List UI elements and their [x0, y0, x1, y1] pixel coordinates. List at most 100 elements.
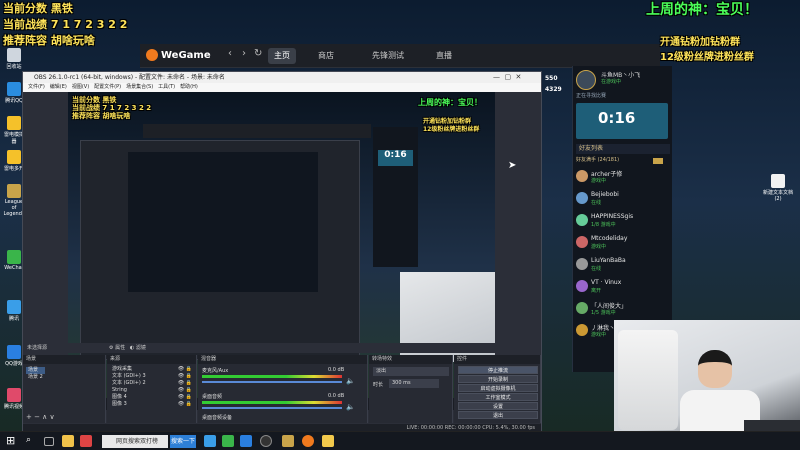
friend-name: LiuYanBaBa: [591, 257, 626, 264]
obs-menu-item[interactable]: 配置文件(P): [94, 84, 121, 90]
file-explorer-icon[interactable]: [62, 435, 74, 447]
obs-menu-item[interactable]: 视图(V): [72, 84, 89, 90]
visibility-icon[interactable]: 👁 🔒: [178, 387, 192, 394]
friend-status: 1/5 游戏中: [591, 310, 616, 316]
mic-mute-icon[interactable]: 🔈: [346, 377, 355, 385]
control-button[interactable]: 启动虚拟摄像机: [458, 384, 538, 392]
source-item[interactable]: 游戏采集 👁 🔒: [110, 366, 194, 373]
streamer-head: [698, 350, 732, 388]
forward-icon[interactable]: ›: [242, 48, 246, 59]
transitions-header: 转场特效: [369, 355, 452, 364]
overlay-rank: 当前分数 黑铁: [3, 2, 73, 15]
control-button[interactable]: 工作室模式: [458, 393, 538, 401]
refresh-icon[interactable]: ↻: [254, 48, 262, 59]
taskbar-search-input[interactable]: 网页搜索双打榜: [102, 435, 168, 448]
friend-avatar: [576, 302, 588, 314]
scene-list[interactable]: 场景 场景 2: [26, 367, 45, 381]
tab-pioneer[interactable]: 先锋测试: [372, 48, 404, 64]
queue-timer[interactable]: 0:16: [576, 103, 668, 139]
overlay-fan1: 开通钻粉加钻粉群: [660, 37, 740, 48]
windows-start-icon[interactable]: ⊞: [6, 435, 18, 447]
visibility-icon[interactable]: 👁 🔒: [178, 366, 192, 373]
app-icon-1[interactable]: [80, 435, 92, 447]
friend-item[interactable]: Bejiebobi 在线: [576, 190, 670, 210]
wegame-icon[interactable]: [302, 435, 314, 447]
friend-name: Mtcodeliday: [591, 235, 628, 242]
mixer-dock: 混音器 麦克风/Aux 0.0 dB 🔈 桌面音频 0.0 dB 🔈 桌面音频设…: [198, 355, 368, 423]
desktop-volume-slider[interactable]: [202, 407, 342, 409]
control-button[interactable]: 开始录制: [458, 375, 538, 383]
desktop-mute-icon[interactable]: 🔈: [346, 403, 355, 411]
filters-button[interactable]: 滤镜: [136, 345, 146, 351]
friend-item[interactable]: archer子修 游戏中: [576, 168, 670, 188]
back-icon[interactable]: ‹: [228, 48, 232, 59]
source-label: 文本 (GDI+) 3: [112, 373, 146, 379]
source-label: 游戏采集: [112, 366, 133, 372]
visibility-icon[interactable]: 👁 🔒: [178, 401, 192, 408]
properties-button[interactable]: 属性: [115, 345, 125, 351]
scene-item[interactable]: 场景 2: [26, 374, 45, 381]
window-controls[interactable]: — ▢ ✕: [493, 72, 521, 83]
duration-input[interactable]: 300 ms: [389, 379, 439, 388]
scene-controls[interactable]: + − ∧ ∨: [26, 413, 55, 421]
app-icon-2[interactable]: [322, 435, 334, 447]
friend-name: VT · Vinux: [591, 279, 622, 286]
control-button[interactable]: 设置: [458, 402, 538, 410]
search-icon[interactable]: ⌕: [26, 435, 38, 447]
lol-icon[interactable]: [282, 435, 294, 447]
qq-icon[interactable]: [240, 435, 252, 447]
source-item[interactable]: 图像 4 👁 🔒: [110, 394, 194, 401]
mic-level: 0.0 dB: [328, 367, 345, 373]
obs-taskbar-icon[interactable]: [260, 435, 272, 447]
tab-store[interactable]: 商店: [318, 48, 334, 64]
friend-status: 游戏中: [591, 332, 607, 338]
preview-wegame: [143, 124, 371, 138]
control-buttons: 停止推流 开始录制 启动虚拟摄像机 工作室模式 设置 退出: [458, 366, 538, 420]
taskbar-search-button[interactable]: 搜索一下: [170, 435, 196, 448]
friend-item[interactable]: HAPPINESSgis 1/8 游戏中: [576, 212, 670, 232]
mouse-cursor-icon: ➤: [508, 160, 517, 171]
obs-menu-item[interactable]: 帮助(H): [180, 84, 198, 90]
add-friend-icon[interactable]: [653, 158, 663, 164]
browser-icon[interactable]: [204, 435, 216, 447]
friend-avatar: [576, 236, 588, 248]
mic-label: 麦克风/Aux: [202, 368, 229, 374]
visibility-icon[interactable]: 👁 🔒: [178, 394, 192, 401]
obs-menu-item[interactable]: 场景集合(S): [126, 84, 153, 90]
friend-item[interactable]: VT · Vinux 离开: [576, 278, 670, 298]
wechat-icon[interactable]: [222, 435, 234, 447]
source-item[interactable]: 文本 (GDI+) 3 👁 🔒: [110, 373, 194, 380]
source-item[interactable]: 文本 (GDI+) 2 👁 🔒: [110, 380, 194, 387]
friend-item[interactable]: Mtcodeliday 游戏中: [576, 234, 670, 254]
source-item[interactable]: String 👁 🔒: [110, 387, 194, 394]
stat-2: 4329: [545, 86, 562, 93]
desktop-icon-textfile[interactable]: 新建文本文档 (2): [762, 174, 794, 202]
timer-value: 0:16: [598, 109, 636, 127]
desktop-audio-label: 桌面音频: [202, 394, 223, 400]
obs-menu-item[interactable]: 文件(F): [28, 84, 45, 90]
control-button[interactable]: 停止推流: [458, 366, 538, 374]
friend-item[interactable]: LiuYanBaBa 在线: [576, 256, 670, 276]
avatar[interactable]: [576, 70, 596, 90]
visibility-icon[interactable]: 👁 🔒: [178, 380, 192, 387]
friend-status: 1/8 游戏中: [591, 222, 616, 228]
desktop-icon-recycle[interactable]: 回收站: [3, 48, 25, 70]
tab-live[interactable]: 直播: [436, 48, 452, 64]
transition-select[interactable]: 淡出: [373, 367, 449, 376]
obs-source-toolbar: 未选择源 ⚙ 属性 ◐ 滤镜: [23, 343, 541, 353]
desktop-audio-meter: [202, 401, 342, 404]
source-list[interactable]: 游戏采集 👁 🔒 文本 (GDI+) 3 👁 🔒 文本 (GDI+) 2 👁 🔒 Strin…: [110, 366, 194, 408]
tab-home[interactable]: 主页: [268, 48, 296, 64]
visibility-icon[interactable]: 👁 🔒: [178, 373, 192, 380]
scene-item-active[interactable]: 场景: [26, 367, 45, 374]
task-view-icon[interactable]: [44, 437, 54, 446]
control-button[interactable]: 退出: [458, 411, 538, 419]
source-item[interactable]: 图像 3 👁 🔒: [110, 401, 194, 408]
friend-item[interactable]: 「人间俊大」 1/5 游戏中: [576, 300, 670, 320]
mic-volume-slider[interactable]: [202, 381, 342, 383]
obs-menu-item[interactable]: 工具(T): [158, 84, 175, 90]
obs-menu-item[interactable]: 编辑(E): [50, 84, 67, 90]
scenes-dock: 场景 场景 场景 2 + − ∧ ∨: [23, 355, 106, 423]
friends-group[interactable]: 好友满手 (24/181): [576, 156, 619, 163]
friends-header: 好友列表: [576, 144, 670, 154]
